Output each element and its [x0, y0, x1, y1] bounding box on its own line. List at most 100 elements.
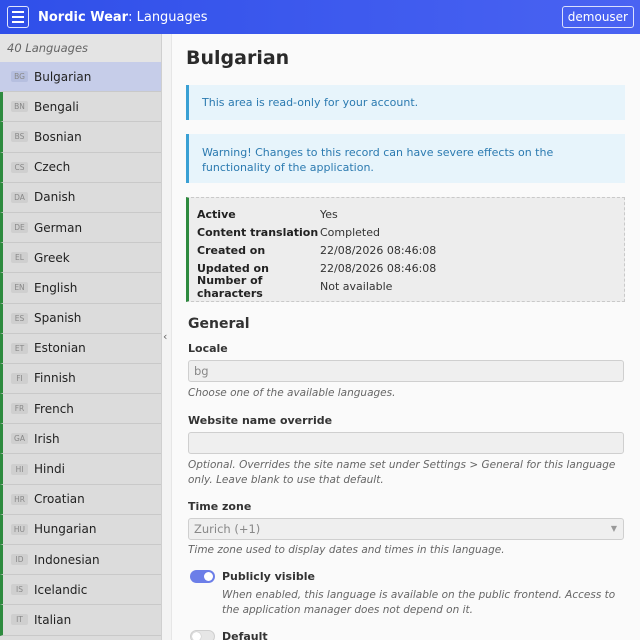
language-name: Spanish	[34, 311, 82, 326]
meta-key: Number of characters	[197, 273, 263, 300]
main-content: Bulgarian This area is read-only for you…	[172, 34, 640, 640]
user-menu-button[interactable]: demouser	[561, 6, 634, 28]
sidebar-item-french[interactable]: FR French	[0, 394, 161, 425]
section-title-general: General	[188, 316, 250, 332]
public-visible-label: Publicly visible	[222, 570, 315, 583]
language-name: Indonesian	[34, 552, 100, 567]
language-count: 40 Languages	[0, 34, 161, 62]
language-name: Icelandic	[34, 582, 88, 597]
language-code-badge: FR	[11, 403, 28, 415]
locale-help: Choose one of the available languages.	[188, 387, 396, 399]
site-name-field[interactable]	[188, 432, 624, 454]
language-code-badge: BG	[11, 71, 28, 83]
readonly-notice: This area is read-only for your account.	[186, 85, 625, 120]
sidebar-item-icelandic[interactable]: IS Icelandic	[0, 575, 161, 606]
language-code-badge: IT	[11, 614, 28, 626]
meta-key: Active	[197, 207, 236, 221]
language-name: Estonian	[34, 341, 86, 356]
public-visible-help: When enabled, this language is available…	[222, 589, 616, 616]
warning-notice-text: Warning! Changes to this record can have…	[202, 146, 554, 174]
sidebar-item-indonesian[interactable]: ID Indonesian	[0, 545, 161, 576]
section-name: : Languages	[128, 9, 208, 25]
top-bar: Nordic Wear: Languages demouser	[0, 0, 640, 34]
language-name: Bosnian	[34, 129, 82, 144]
language-name: Bengali	[34, 99, 79, 114]
language-code-badge: BS	[11, 131, 28, 143]
meta-row-active: Active Yes	[197, 205, 624, 223]
language-code-badge: IS	[11, 584, 28, 596]
sidebar-item-bulgarian[interactable]: BG Bulgarian	[0, 62, 161, 93]
toggle-knob	[204, 572, 213, 581]
sidebar-item-bosnian[interactable]: BS Bosnian	[0, 122, 161, 153]
record-info-panel: Active Yes Content translation Completed C…	[186, 197, 625, 302]
collapse-sidebar-icon[interactable]: ‹	[163, 330, 167, 343]
sidebar-item-greek[interactable]: EL Greek	[0, 243, 161, 274]
language-name: English	[34, 280, 78, 295]
language-name: Greek	[34, 250, 70, 265]
meta-value: 22/08/2026 08:46:08	[320, 243, 437, 257]
language-name: Hindi	[34, 462, 65, 477]
language-code-badge: DE	[11, 222, 28, 234]
sidebar-item-czech[interactable]: CS Czech	[0, 152, 161, 183]
hamburger-menu-icon[interactable]	[7, 6, 29, 28]
language-name: Danish	[34, 190, 76, 205]
language-sidebar: 40 Languages BG Bulgarian BN Bengali BS Bosni…	[0, 34, 161, 640]
site-name-help: Optional. Overrides the site name set un…	[188, 459, 616, 486]
locale-label: Locale	[188, 342, 228, 355]
sidebar-item-english[interactable]: EN English	[0, 273, 161, 304]
sidebar-item-danish[interactable]: DA Danish	[0, 182, 161, 213]
sidebar-item-irish[interactable]: GA Irish	[0, 424, 161, 455]
toggle-knob	[192, 632, 201, 640]
language-name: Irish	[34, 431, 60, 446]
language-code-badge: ET	[11, 342, 28, 354]
meta-value: 22/08/2026 08:46:08	[320, 262, 437, 276]
meta-row-character-count: Number of characters Not available	[197, 274, 624, 300]
readonly-notice-text: This area is read-only for your account.	[202, 96, 419, 109]
locale-field[interactable]: bg	[188, 360, 624, 382]
language-code-badge: HU	[11, 523, 28, 535]
meta-value: Completed	[320, 225, 380, 239]
public-visible-toggle[interactable]	[190, 570, 215, 583]
default-toggle[interactable]	[190, 630, 215, 640]
language-name: French	[34, 401, 74, 416]
sidebar-item-bengali[interactable]: BN Bengali	[0, 92, 161, 123]
language-name: German	[34, 220, 83, 235]
sidebar-item-hungarian[interactable]: HU Hungarian	[0, 514, 161, 545]
language-code-badge: HI	[11, 463, 28, 475]
timezone-label: Time zone	[188, 500, 252, 513]
sidebar-item-croatian[interactable]: HR Croatian	[0, 484, 161, 515]
meta-row-content-translation: Content translation Completed	[197, 223, 624, 241]
language-code-badge: DA	[11, 191, 28, 203]
app-title: Nordic Wear: Languages	[38, 10, 208, 25]
meta-key: Created on	[197, 243, 266, 257]
language-code-badge: FI	[11, 372, 28, 384]
language-name: Czech	[34, 160, 71, 175]
sidebar-item-italian[interactable]: IT Italian	[0, 605, 161, 636]
sidebar-item-hindi[interactable]: HI Hindi	[0, 454, 161, 485]
sidebar-item-estonian[interactable]: ET Estonian	[0, 333, 161, 364]
warning-notice: Warning! Changes to this record can have…	[186, 134, 625, 183]
language-code-badge: ES	[11, 312, 28, 324]
language-code-badge: EN	[11, 282, 28, 294]
sidebar-item-finnish[interactable]: FI Finnish	[0, 363, 161, 395]
meta-value: Not available	[320, 280, 393, 294]
sidebar-item-spanish[interactable]: ES Spanish	[0, 303, 161, 334]
language-name: Hungarian	[34, 522, 97, 537]
page-title: Bulgarian	[186, 47, 290, 69]
language-list: BG Bulgarian BN Bengali BS Bosnian CS Czech DA Da…	[0, 62, 161, 636]
meta-key: Content translation	[197, 225, 319, 239]
default-label: Default	[222, 630, 268, 640]
language-code-badge: BN	[11, 101, 28, 113]
brand-name: Nordic Wear	[38, 9, 129, 25]
dropdown-arrow-icon: ▼	[610, 524, 617, 533]
language-code-badge: HR	[11, 493, 28, 505]
language-name: Croatian	[34, 492, 85, 507]
timezone-select[interactable]: Zurich (+1) ▼	[188, 518, 624, 540]
language-name: Italian	[34, 612, 72, 627]
language-name: Bulgarian	[34, 69, 92, 84]
language-code-badge: CS	[11, 161, 28, 173]
sidebar-item-german[interactable]: DE German	[0, 212, 161, 244]
language-name: Finnish	[34, 371, 76, 386]
language-code-badge: ID	[11, 554, 28, 566]
timezone-value: Zurich (+1)	[194, 522, 261, 536]
